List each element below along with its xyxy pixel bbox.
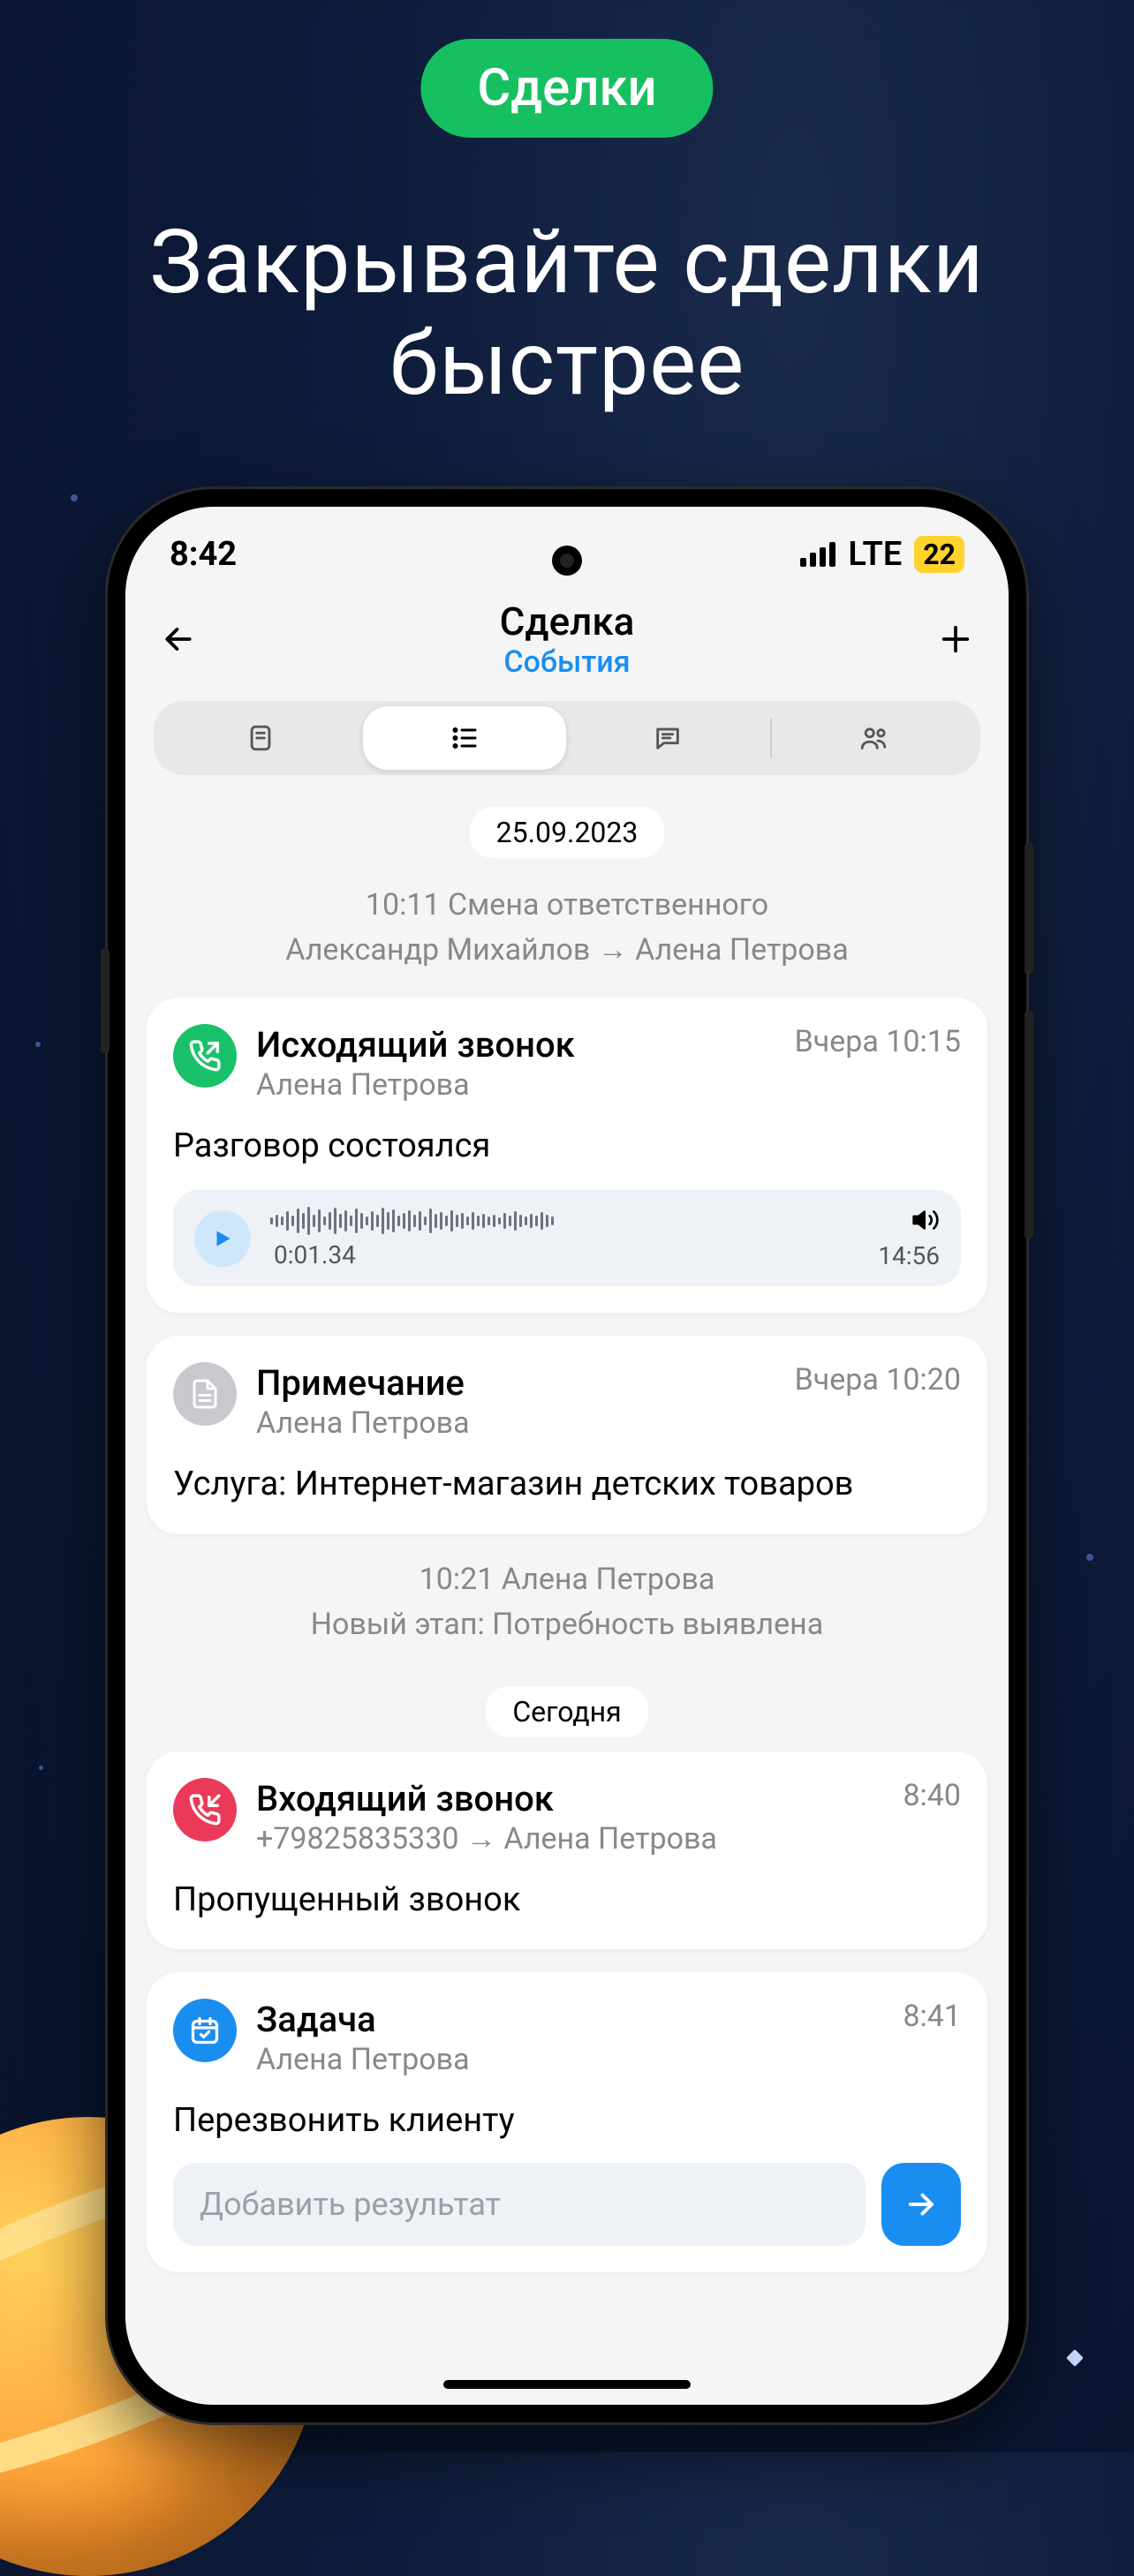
audio-duration: 14:56 bbox=[878, 1241, 940, 1270]
bg-dot bbox=[39, 1766, 43, 1770]
card-body: Разговор состоялся bbox=[173, 1124, 961, 1169]
system-event-line: 10:11 Смена ответственного bbox=[164, 883, 970, 928]
card-body: Пропущенный звонок bbox=[173, 1878, 961, 1923]
system-event: 10:21 Алена Петрова Новый этап: Потребно… bbox=[164, 1557, 970, 1647]
event-card-incoming-call[interactable]: Входящий звонок +79825835330 → Алена Пет… bbox=[147, 1751, 987, 1949]
status-battery: 22 bbox=[914, 536, 964, 573]
back-button[interactable] bbox=[154, 614, 203, 664]
date-chip: Сегодня bbox=[486, 1686, 647, 1737]
tab-events[interactable] bbox=[363, 706, 567, 770]
tab-contacts[interactable] bbox=[772, 706, 976, 770]
device-screen: 8:42 LTE 22 Сделка События bbox=[125, 507, 1009, 2405]
timeline-content: 25.09.2023 10:11 Смена ответственного Ал… bbox=[125, 793, 1009, 2331]
system-event-line: Александр Михайлов → Алена Петрова bbox=[164, 928, 970, 973]
card-timestamp: Вчера 10:20 bbox=[795, 1362, 961, 1397]
nav-header: Сделка События bbox=[125, 584, 1009, 689]
date-chip: 25.09.2023 bbox=[470, 807, 665, 858]
status-network: LTE bbox=[848, 535, 902, 574]
card-subtitle: +79825835330 → Алена Петрова bbox=[256, 1821, 883, 1857]
id-card-icon bbox=[246, 723, 276, 753]
volume-button[interactable] bbox=[911, 1206, 940, 1234]
headline-line2: быстрее bbox=[0, 313, 1134, 415]
card-title: Примечание bbox=[256, 1362, 775, 1404]
card-timestamp: 8:41 bbox=[903, 1999, 961, 2034]
card-timestamp: Вчера 10:15 bbox=[795, 1024, 961, 1059]
device-side-button bbox=[1024, 842, 1033, 975]
segmented-control bbox=[154, 701, 980, 775]
event-card-note[interactable]: Примечание Алена Петрова Вчера 10:20 Усл… bbox=[147, 1336, 987, 1533]
headline-line1: Закрывайте сделки bbox=[0, 212, 1134, 313]
plus-icon bbox=[938, 621, 973, 657]
card-body: Перезвонить клиенту bbox=[173, 2098, 961, 2143]
marketing-badge: Сделки bbox=[420, 39, 713, 138]
chat-icon bbox=[653, 723, 683, 753]
tab-chat[interactable] bbox=[566, 706, 770, 770]
bg-dot bbox=[1086, 1554, 1093, 1561]
volume-icon bbox=[911, 1206, 940, 1234]
marketing-headline: Закрывайте сделки быстрее bbox=[0, 212, 1134, 415]
play-icon bbox=[211, 1227, 234, 1250]
list-icon bbox=[449, 722, 480, 754]
audio-elapsed: 0:01.34 bbox=[274, 1240, 356, 1269]
device-camera bbox=[552, 546, 582, 576]
signal-icon bbox=[800, 542, 835, 567]
arrow-right-icon bbox=[905, 2188, 937, 2220]
tab-details[interactable] bbox=[159, 706, 363, 770]
waveform[interactable] bbox=[270, 1207, 858, 1235]
card-title: Задача bbox=[256, 1999, 883, 2040]
call-in-icon bbox=[173, 1778, 237, 1842]
card-body: Услуга: Интернет-магазин детских товаров bbox=[173, 1462, 961, 1507]
system-event-line: Новый этап: Потребность выявлена bbox=[164, 1602, 970, 1647]
card-subtitle: Алена Петрова bbox=[256, 2042, 883, 2077]
system-event-line: 10:21 Алена Петрова bbox=[164, 1557, 970, 1602]
note-icon bbox=[173, 1362, 237, 1426]
bg-dot bbox=[35, 1042, 41, 1047]
bg-dot bbox=[71, 494, 78, 501]
call-out-icon bbox=[173, 1024, 237, 1088]
page-subtitle[interactable]: События bbox=[203, 644, 931, 680]
audio-player: 0:01.34 14:56 bbox=[173, 1190, 961, 1286]
bg-star bbox=[1066, 2349, 1084, 2367]
card-subtitle: Алена Петрова bbox=[256, 1405, 775, 1441]
card-timestamp: 8:40 bbox=[903, 1778, 961, 1813]
send-button[interactable] bbox=[881, 2163, 961, 2246]
play-button[interactable] bbox=[194, 1210, 251, 1267]
result-input[interactable]: Добавить результат bbox=[173, 2163, 866, 2246]
device-side-button bbox=[101, 948, 110, 1054]
people-icon bbox=[856, 723, 891, 753]
card-title: Исходящий звонок bbox=[256, 1024, 775, 1066]
home-indicator bbox=[443, 2380, 691, 2389]
task-icon bbox=[173, 1999, 237, 2062]
event-card-task[interactable]: Задача Алена Петрова 8:41 Перезвонить кл… bbox=[147, 1972, 987, 2272]
system-event: 10:11 Смена ответственного Александр Мих… bbox=[164, 883, 970, 973]
add-button[interactable] bbox=[931, 614, 980, 664]
device-side-button bbox=[1024, 1010, 1033, 1239]
device-frame: 8:42 LTE 22 Сделка События bbox=[108, 489, 1026, 2422]
card-subtitle: Алена Петрова bbox=[256, 1067, 775, 1103]
event-card-outgoing-call[interactable]: Исходящий звонок Алена Петрова Вчера 10:… bbox=[147, 998, 987, 1313]
arrow-left-icon bbox=[162, 622, 195, 656]
card-title: Входящий звонок bbox=[256, 1778, 883, 1819]
status-time: 8:42 bbox=[170, 535, 237, 574]
page-title: Сделка bbox=[203, 599, 931, 644]
